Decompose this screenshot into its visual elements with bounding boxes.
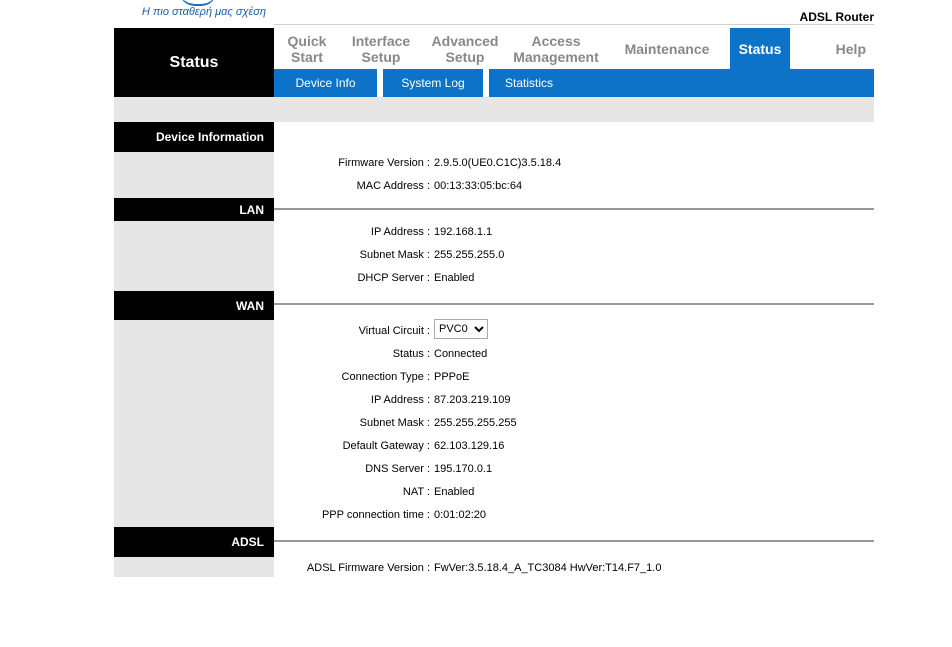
nav-label: Access Management [513, 32, 599, 65]
conn-type-value: PPPoE [434, 371, 470, 383]
subnav-device-info[interactable]: Device Info [274, 69, 377, 97]
vc-label: Virtual Circuit : [358, 325, 430, 337]
lan-ip-value: 192.168.1.1 [434, 226, 493, 238]
dhcp-value: Enabled [434, 272, 475, 284]
subnav-statistics[interactable]: Statistics [489, 69, 569, 97]
nav-label: Maintenance [624, 40, 710, 57]
section-device-info: Device Information [114, 122, 274, 152]
gateway-label: Default Gateway : [342, 440, 430, 452]
firmware-label: Firmware Version : [338, 157, 430, 169]
dns-value: 195.170.0.1 [434, 463, 493, 475]
logo: Η πιο σταθερή μας σχέση [114, 0, 274, 24]
page-title: Status [114, 28, 274, 97]
virtual-circuit-select[interactable]: PVC0 [434, 319, 488, 339]
lan-mask-row: Subnet Mask : 255.255.255.0 [114, 249, 874, 267]
nav-access-management[interactable]: Access Management [508, 28, 604, 69]
section-divider [274, 303, 874, 305]
nat-label: NAT : [402, 486, 430, 498]
wan-mask-value: 255.255.255.255 [434, 417, 517, 429]
conn-type-label: Connection Type : [341, 371, 430, 383]
mac-row: MAC Address : 00:13:33:05:bc:64 [114, 180, 874, 198]
conn-type-row: Connection Type : PPPoE [114, 371, 874, 389]
firmware-value: 2.9.5.0(UE0.C1C)3.5.18.4 [434, 157, 562, 169]
logo-tagline: Η πιο σταθερή μας σχέση [142, 6, 267, 18]
section-divider [274, 208, 874, 210]
lan-mask-label: Subnet Mask : [359, 249, 430, 261]
section-adsl: ADSL [114, 527, 274, 557]
section-divider [274, 540, 874, 542]
dhcp-row: DHCP Server : Enabled [114, 272, 874, 290]
wan-status-value: Connected [434, 348, 488, 360]
nav-label: Help [835, 40, 866, 57]
lan-ip-label: IP Address : [370, 226, 430, 238]
gateway-value: 62.103.129.16 [434, 440, 505, 452]
wan-status-label: Status : [392, 348, 430, 360]
adsl-fw-row: ADSL Firmware Version : FwVer:3.5.18.4_A… [114, 562, 874, 580]
nav-advanced-setup[interactable]: Advanced Setup [422, 28, 508, 69]
wan-mask-row: Subnet Mask : 255.255.255.255 [114, 417, 874, 435]
nav-label: Advanced Setup [431, 32, 499, 65]
section-lan: LAN [114, 198, 274, 221]
gateway-row: Default Gateway : 62.103.129.16 [114, 440, 874, 458]
nav-interface-setup[interactable]: Interface Setup [340, 28, 422, 69]
header-divider [274, 24, 874, 25]
wan-status-row: Status : Connected [114, 348, 874, 366]
nat-row: NAT : Enabled [114, 486, 874, 504]
nat-value: Enabled [434, 486, 475, 498]
nav-quick-start[interactable]: Quick Start [274, 28, 340, 69]
spacer-band [114, 97, 874, 122]
wan-mask-label: Subnet Mask : [359, 417, 430, 429]
lan-ip-row: IP Address : 192.168.1.1 [114, 226, 874, 244]
adsl-fw-label: ADSL Firmware Version : [306, 562, 430, 574]
mac-label: MAC Address : [356, 180, 430, 192]
nav-status[interactable]: Status [730, 28, 790, 69]
wan-ip-row: IP Address : 87.203.219.109 [114, 394, 874, 412]
wan-ip-value: 87.203.219.109 [434, 394, 511, 406]
ppp-time-row: PPP connection time : 0:01:02:20 [114, 509, 874, 527]
vc-row: Virtual Circuit : PVC0 [114, 319, 874, 343]
nav-label: Quick Start [287, 32, 327, 65]
sub-nav: Device Info System Log Statistics [274, 69, 874, 97]
dns-label: DNS Server : [365, 463, 430, 475]
subnav-system-log[interactable]: System Log [383, 69, 483, 97]
nav-maintenance[interactable]: Maintenance [604, 28, 730, 69]
nav-label: Interface Setup [351, 32, 411, 65]
nav-label: Status [738, 40, 782, 57]
product-name: ADSL Router [799, 10, 874, 24]
adsl-fw-value: FwVer:3.5.18.4_A_TC3084 HwVer:T14.F7_1.0 [434, 562, 662, 574]
dhcp-label: DHCP Server : [357, 272, 430, 284]
wan-ip-label: IP Address : [370, 394, 430, 406]
main-nav: Quick Start Interface Setup Advanced Set… [274, 28, 874, 69]
mac-value: 00:13:33:05:bc:64 [434, 180, 523, 192]
nav-help[interactable]: Help [790, 28, 874, 69]
lan-mask-value: 255.255.255.0 [434, 249, 505, 261]
ppp-time-label: PPP connection time : [321, 509, 430, 521]
firmware-row: Firmware Version : 2.9.5.0(UE0.C1C)3.5.1… [114, 157, 874, 175]
dns-row: DNS Server : 195.170.0.1 [114, 463, 874, 481]
section-wan: WAN [114, 291, 274, 320]
ppp-time-value: 0:01:02:20 [434, 509, 486, 521]
